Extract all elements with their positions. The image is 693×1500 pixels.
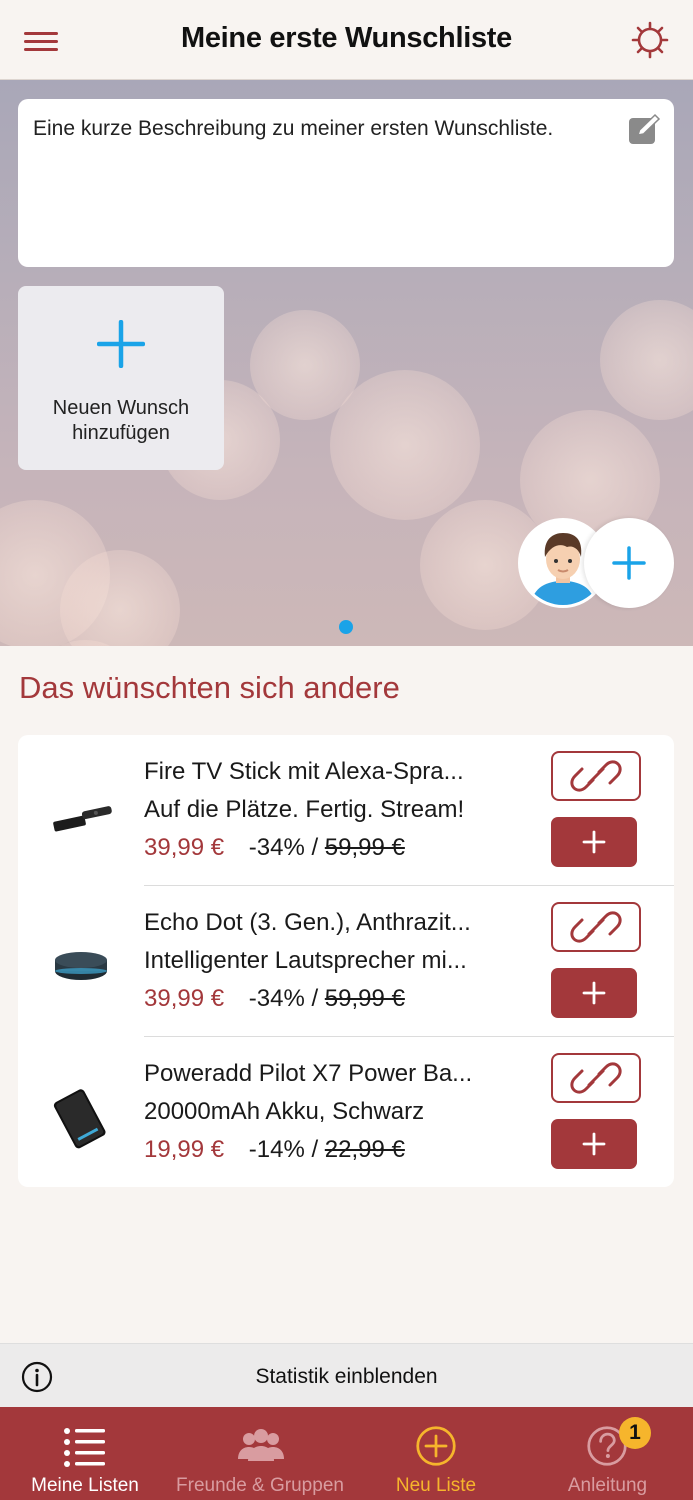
product-image [46, 931, 116, 1001]
tab-label: Meine Listen [31, 1475, 139, 1496]
product-title: Poweradd Pilot X7 Power Ba... [144, 1060, 473, 1087]
tab-label: Freunde & Gruppen [176, 1475, 344, 1496]
add-to-list-button[interactable] [551, 817, 637, 867]
product-discount: -34% / [248, 834, 319, 861]
plus-icon [582, 830, 606, 854]
add-to-list-button[interactable] [551, 1119, 637, 1169]
price-line: 39,99 € -34% / 59,99 € [144, 834, 405, 862]
price-line: 39,99 € -34% / 59,99 € [144, 985, 405, 1013]
gear-icon[interactable] [630, 20, 670, 60]
tab-my-lists[interactable]: Meine Listen [0, 1407, 170, 1500]
link-icon [570, 760, 622, 792]
product-title: Fire TV Stick mit Alexa-Spra... [144, 758, 464, 785]
product-old-price: 22,99 € [324, 1136, 405, 1163]
link-icon [570, 1062, 622, 1094]
product-subtitle: Intelligenter Lautsprecher mi... [144, 947, 467, 974]
description-card[interactable]: Eine kurze Beschreibung zu meiner ersten… [18, 99, 674, 267]
bokeh-decoration [600, 300, 693, 420]
product-image [46, 780, 116, 850]
plus-circle-icon [416, 1426, 456, 1466]
plus-icon [97, 320, 145, 368]
product-subtitle: 20000mAh Akku, Schwarz [144, 1098, 425, 1125]
price-line: 19,99 € -14% / 22,99 € [144, 1136, 405, 1164]
list-item[interactable]: Fire TV Stick mit Alexa-Spra... Auf die … [18, 735, 674, 886]
add-to-list-button[interactable] [551, 968, 637, 1018]
plus-icon [582, 1132, 606, 1156]
open-link-button[interactable] [551, 902, 641, 952]
product-list: Fire TV Stick mit Alexa-Spra... Auf die … [18, 735, 674, 1187]
plus-icon [612, 546, 646, 580]
tab-bar: Meine Listen Freunde & Gruppen Neu Liste… [0, 1407, 693, 1500]
tab-friends-groups[interactable]: Freunde & Gruppen [170, 1407, 350, 1500]
open-link-button[interactable] [551, 751, 641, 801]
people-icon [238, 1429, 284, 1461]
add-wish-label: Neuen Wunsch hinzufügen [52, 397, 190, 444]
show-statistics-bar[interactable]: Statistik einblenden [0, 1343, 693, 1407]
product-price: 39,99 € [144, 834, 225, 861]
product-discount: -14% / [248, 1136, 319, 1163]
link-icon [570, 911, 622, 943]
page-indicator-dot [339, 620, 353, 634]
tab-label: Neu Liste [395, 1475, 477, 1496]
tab-guide[interactable]: Anleitung [522, 1407, 693, 1500]
product-old-price: 59,99 € [324, 985, 405, 1012]
product-subtitle: Auf die Plätze. Fertig. Stream! [144, 796, 465, 823]
product-discount: -34% / [248, 985, 319, 1012]
section-title: Das wünschten sich andere [19, 670, 400, 705]
product-price: 39,99 € [144, 985, 225, 1012]
list-item[interactable]: Echo Dot (3. Gen.), Anthrazit... Intelli… [18, 886, 674, 1037]
list-item[interactable]: Poweradd Pilot X7 Power Ba... 20000mAh A… [18, 1037, 674, 1188]
tab-new-list[interactable]: Neu Liste [350, 1407, 522, 1500]
wishlist-hero: Eine kurze Beschreibung zu meiner ersten… [0, 80, 693, 646]
product-old-price: 59,99 € [324, 834, 405, 861]
page-title: Meine erste Wunschliste [180, 22, 512, 54]
pencil-edit-icon[interactable] [628, 113, 662, 145]
open-link-button[interactable] [551, 1053, 641, 1103]
app-header: Meine erste Wunschliste [0, 0, 693, 80]
list-icon [64, 1428, 105, 1467]
notification-badge: 1 [619, 1417, 651, 1449]
tab-label: Anleitung [567, 1475, 648, 1496]
add-friend-button[interactable] [584, 518, 674, 608]
product-price: 19,99 € [144, 1136, 225, 1163]
add-wish-button[interactable]: Neuen Wunsch hinzufügen [18, 286, 224, 470]
product-image [46, 1082, 116, 1152]
statistics-label: Statistik einblenden [255, 1365, 438, 1388]
product-title: Echo Dot (3. Gen.), Anthrazit... [144, 909, 471, 936]
list-description: Eine kurze Beschreibung zu meiner ersten… [33, 117, 554, 140]
bokeh-decoration [330, 370, 480, 520]
plus-icon [582, 981, 606, 1005]
